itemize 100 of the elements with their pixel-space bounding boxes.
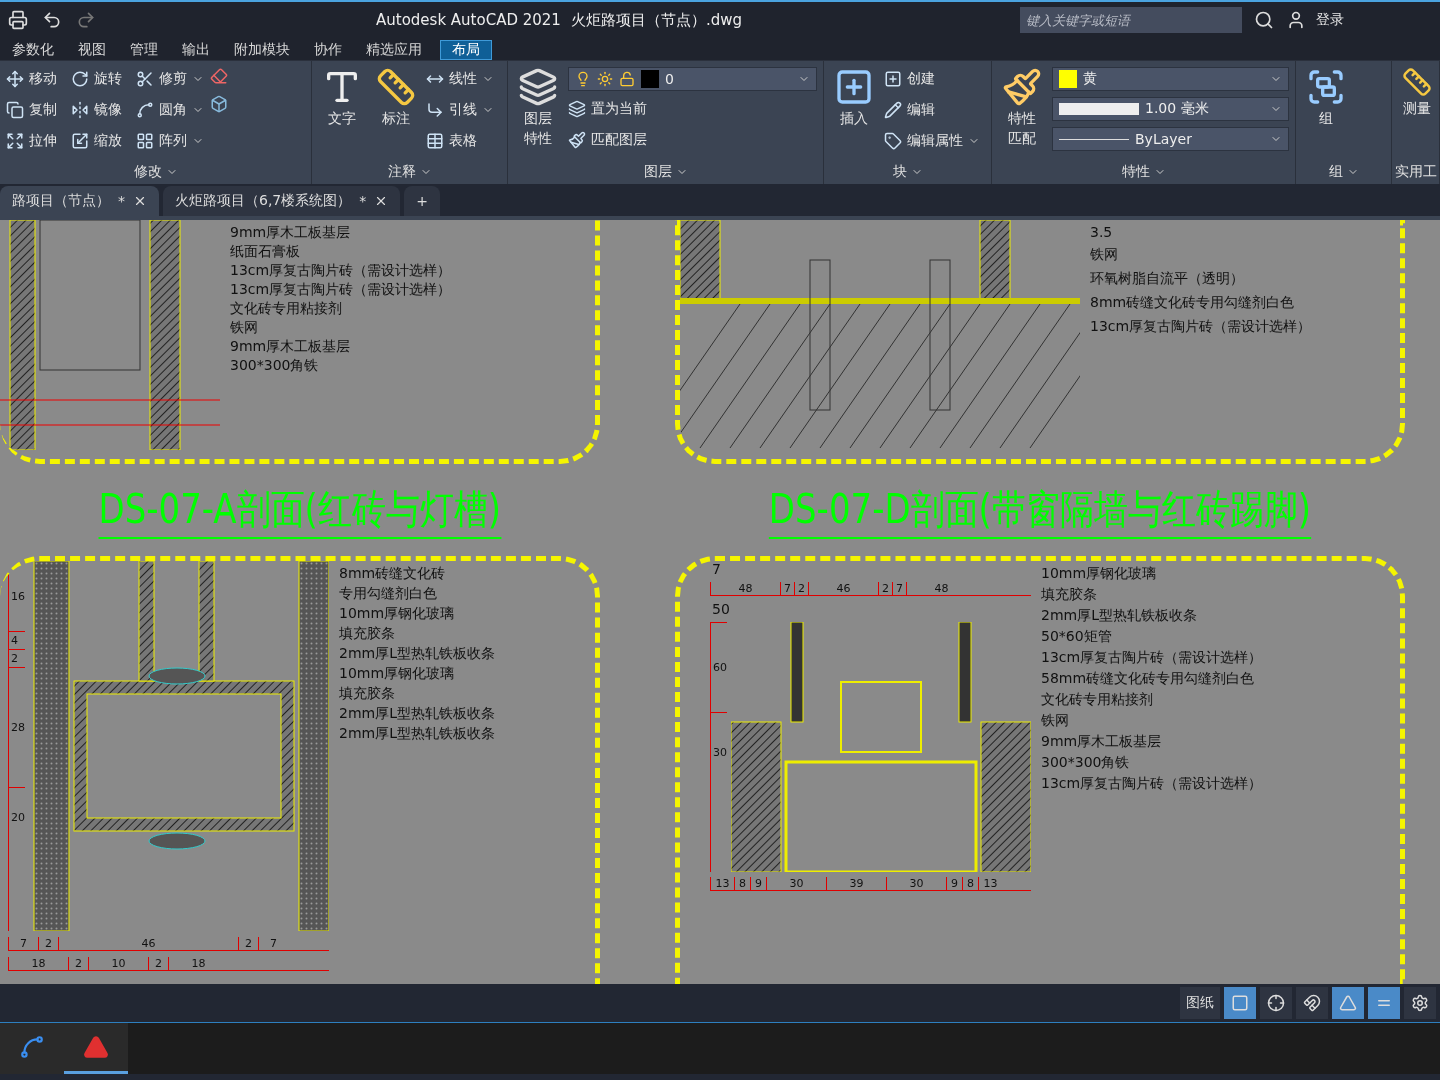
document-tab[interactable]: 路项目（节点） * xyxy=(0,186,159,216)
ribbon-tool[interactable]: 编辑 xyxy=(884,98,980,121)
panel-title: 修改 xyxy=(133,163,162,181)
isometric-toggle[interactable] xyxy=(1332,987,1364,1019)
callout-label: 纸面石膏板 xyxy=(229,243,301,261)
array-icon xyxy=(136,131,154,150)
table-icon xyxy=(426,131,444,150)
search-field[interactable]: 键入关键字或短语 xyxy=(1020,7,1242,33)
callout-label: 2mm厚L型热轧铁板收条 xyxy=(1040,607,1198,625)
layer-dropdown[interactable]: 0 xyxy=(568,67,817,91)
snap-toggle[interactable] xyxy=(1296,987,1328,1019)
section-title: DS-07-D剖面(带窗隔墙与红砖踢脚) xyxy=(768,481,1312,539)
dimension-line: 60 30 xyxy=(710,622,727,872)
paintbrush-icon xyxy=(1002,67,1042,107)
dimension-value: 50 xyxy=(711,601,731,617)
ribbon-tool[interactable]: 复制 xyxy=(6,98,57,121)
print-icon[interactable] xyxy=(6,8,30,32)
ribbon-tool[interactable]: 缩放 xyxy=(71,129,122,152)
ribbon-tool[interactable]: 阵列 xyxy=(136,129,204,152)
ribbon-tool[interactable]: 线性 xyxy=(426,67,494,90)
dimension-tool[interactable]: 标注 xyxy=(372,67,420,160)
group-tool[interactable]: 组 xyxy=(1302,67,1350,160)
text-tool[interactable]: 文字 xyxy=(318,67,366,160)
new-tab-button[interactable]: + xyxy=(404,186,440,216)
taskbar-app-icon[interactable] xyxy=(64,1023,128,1074)
taskbar-app-icon[interactable] xyxy=(0,1023,64,1074)
layers-icon xyxy=(518,67,558,107)
ribbon-tab[interactable]: 附加模块 xyxy=(222,40,302,60)
ribbon-tool[interactable]: 移动 xyxy=(6,67,57,90)
sign-in-button[interactable]: 登录 xyxy=(1316,8,1344,32)
ribbon-tab[interactable]: 精选应用 xyxy=(354,40,434,60)
ribbon-tool[interactable]: 置为当前 xyxy=(568,97,817,120)
ribbon-tool[interactable]: 表格 xyxy=(426,129,494,152)
callout-label: 2mm厚L型热轧铁板收条 xyxy=(338,725,495,743)
eraser-icon[interactable] xyxy=(210,67,228,85)
dimension-line: 13 8 9 30 39 30 9 8 13 xyxy=(710,877,1031,891)
linetype-sample xyxy=(1059,138,1129,140)
dimension-line: 48 7 2 46 2 7 48 xyxy=(710,582,1031,596)
ribbon-tool[interactable]: 圆角 xyxy=(136,98,204,121)
document-tab[interactable]: 火炬路项目（6,7楼系统图） * xyxy=(163,186,401,216)
callout-label: 10mm厚钢化玻璃 xyxy=(338,665,456,683)
ribbon-tool[interactable]: 拉伸 xyxy=(6,129,57,152)
callout-label: 铁网 xyxy=(229,319,259,337)
ruler-icon xyxy=(376,67,416,107)
ortho-icon xyxy=(1231,994,1249,1012)
panel-title: 特性 xyxy=(1121,163,1150,181)
sun-icon xyxy=(597,71,613,87)
ortho-toggle[interactable] xyxy=(1224,987,1256,1019)
box-icon[interactable] xyxy=(210,95,228,113)
color-dropdown[interactable]: 黄 xyxy=(1052,67,1289,91)
settings-icon[interactable] xyxy=(1404,987,1436,1019)
section-title: DS-07-A剖面(红砖与灯槽) xyxy=(98,481,502,539)
ribbon-tool[interactable]: 镜像 xyxy=(71,98,122,121)
polar-toggle[interactable] xyxy=(1260,987,1292,1019)
callout-label: 2mm厚L型热轧铁板收条 xyxy=(338,645,495,663)
layer-properties-tool[interactable]: 图层 特性 xyxy=(514,67,562,160)
ribbon-tool[interactable]: 创建 xyxy=(884,67,980,90)
callout-label: 10mm厚钢化玻璃 xyxy=(338,605,456,623)
dimension-line: 18 2 10 2 18 xyxy=(8,957,329,971)
ribbon-tab[interactable]: 管理 xyxy=(118,40,170,60)
ribbon-tab[interactable]: 协作 xyxy=(302,40,354,60)
callout-label: 13cm厚复古陶片砖（需设计选样） xyxy=(229,281,452,299)
ribbon-tool[interactable]: 旋转 xyxy=(71,67,122,90)
linetype-dropdown[interactable]: ByLayer xyxy=(1052,127,1289,151)
paper-space-button[interactable]: 图纸 xyxy=(1180,987,1220,1019)
rotate-icon xyxy=(71,69,89,88)
edit-icon xyxy=(884,100,902,119)
measure-tool[interactable]: 测量 xyxy=(1398,67,1436,160)
set-current-icon xyxy=(568,99,586,118)
callout-label: 10mm厚钢化玻璃 xyxy=(1040,565,1158,583)
match-properties-tool[interactable]: 特性 匹配 xyxy=(998,67,1046,160)
create-icon xyxy=(884,69,902,88)
polar-icon xyxy=(1267,994,1285,1012)
close-icon[interactable] xyxy=(133,194,147,208)
ribbon-tool[interactable]: 修剪 xyxy=(136,67,204,90)
group-icon xyxy=(1306,67,1346,107)
user-icon xyxy=(1286,10,1306,30)
ribbon-tab[interactable]: 输出 xyxy=(170,40,222,60)
move-icon xyxy=(6,69,24,88)
dimension-line: 16 4 2 28 20 xyxy=(8,561,25,931)
callout-label: 13cm厚复古陶片砖（需设计选样） xyxy=(1089,318,1312,336)
ribbon-tab[interactable]: 视图 xyxy=(66,40,118,60)
lineweight-dropdown[interactable]: 1.00 毫米 xyxy=(1052,97,1289,121)
panel-title: 图层 xyxy=(643,163,672,181)
ribbon-tool[interactable]: 编辑属性 xyxy=(884,129,980,152)
callout-label: 9mm厚木工板基层 xyxy=(229,338,352,356)
insert-tool[interactable]: 插入 xyxy=(830,67,878,160)
dimension-value: 3.5 xyxy=(1089,224,1114,240)
ribbon-tab[interactable]: 参数化 xyxy=(0,40,66,60)
callout-label: 300*300角铁 xyxy=(1040,754,1131,772)
ribbon-tool[interactable]: 匹配图层 xyxy=(568,128,817,151)
file-name: 火炬路项目（节点）.dwg xyxy=(570,10,742,30)
snap-icon xyxy=(1303,994,1321,1012)
callout-label: 铁网 xyxy=(1040,712,1070,730)
callout-label: 环氧树脂自流平（透明） xyxy=(1089,270,1245,288)
ribbon-tool[interactable]: 引线 xyxy=(426,98,494,121)
copy-icon xyxy=(6,100,24,119)
lineweight-toggle[interactable] xyxy=(1368,987,1400,1019)
ribbon-tab[interactable]: 布局 xyxy=(440,40,492,60)
scale-icon xyxy=(71,131,89,150)
